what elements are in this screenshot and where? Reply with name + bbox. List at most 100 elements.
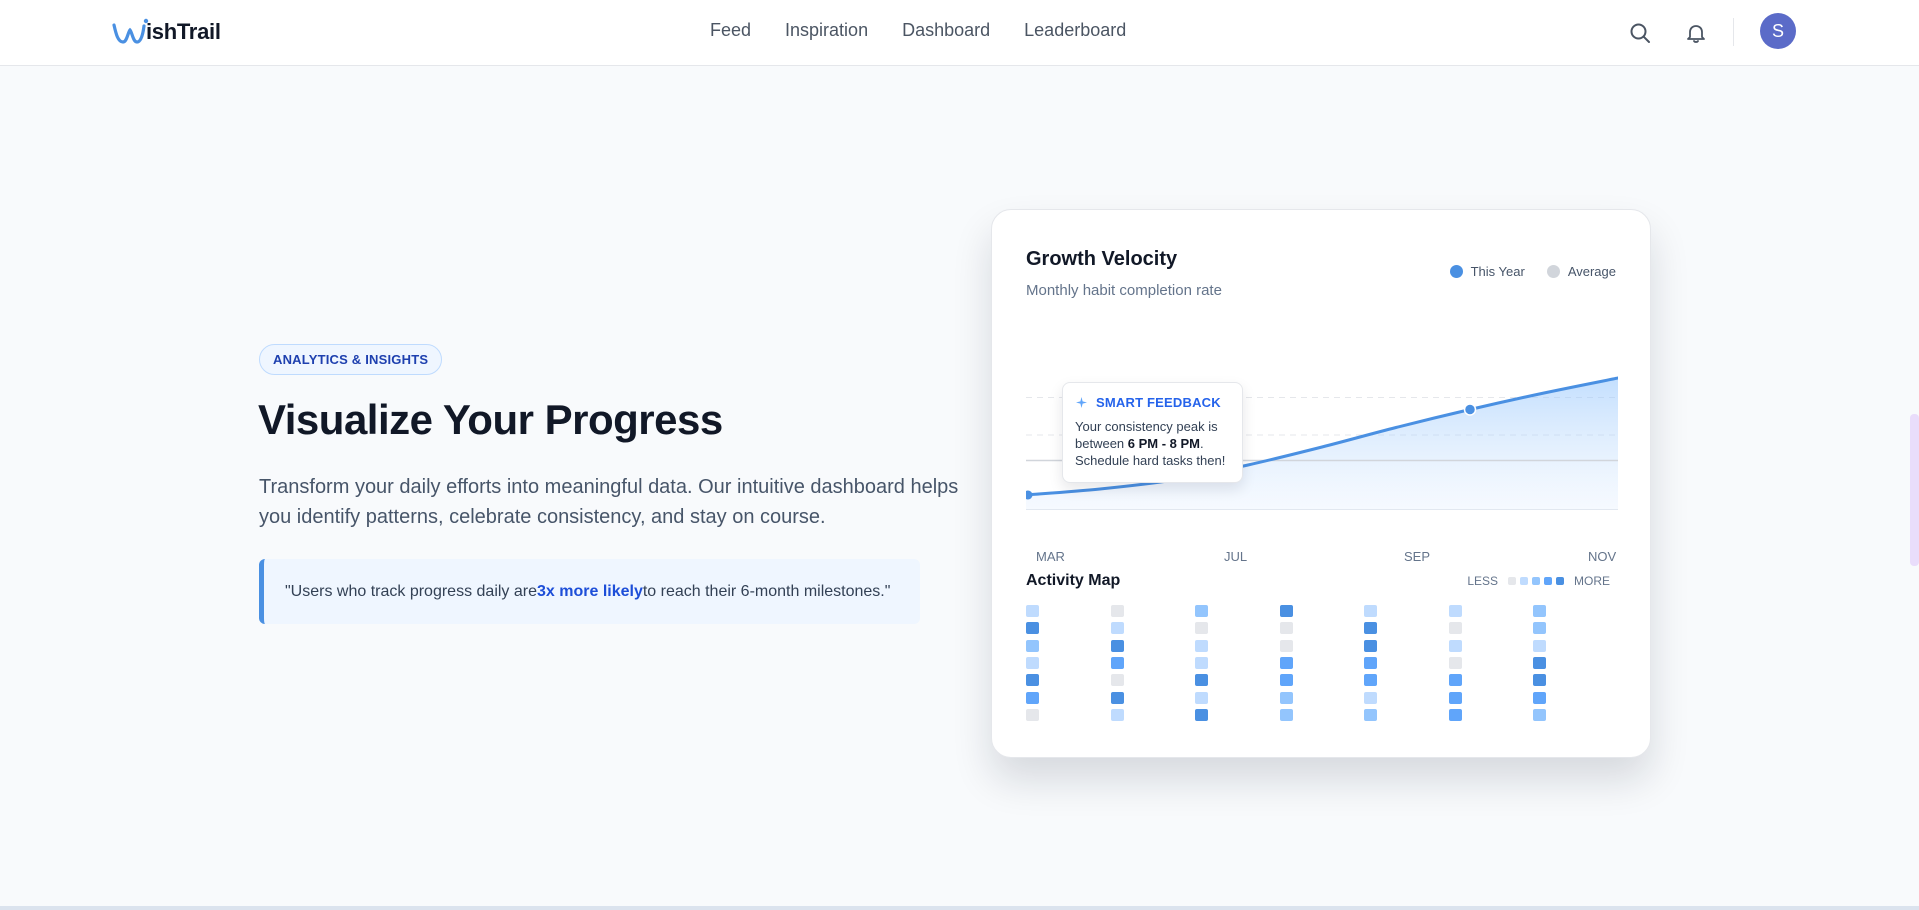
activity-cell[interactable] — [1195, 674, 1208, 687]
chart-legend: This Year Average — [1449, 264, 1616, 279]
activity-cell[interactable] — [1448, 656, 1462, 669]
activity-cell[interactable] — [1279, 605, 1293, 617]
activity-cell[interactable] — [1279, 622, 1293, 635]
card-title: Growth Velocity — [1026, 248, 1178, 270]
x-tick-sep: SEP — [1404, 549, 1431, 564]
activity-cell[interactable] — [1195, 605, 1208, 617]
activity-cell[interactable] — [1364, 708, 1377, 721]
card-subtitle: Monthly habit completion rate — [1026, 282, 1222, 299]
activity-cell[interactable] — [1533, 708, 1546, 721]
activity-cell[interactable] — [1195, 622, 1208, 635]
legend-average-label: Average — [1567, 264, 1616, 279]
activity-cell[interactable] — [1110, 605, 1124, 617]
activity-cell[interactable] — [1195, 691, 1208, 704]
activity-cell[interactable] — [1195, 639, 1208, 652]
tooltip-time-range: 6 PM - 8 PM — [1127, 436, 1201, 451]
activity-cell[interactable] — [1448, 605, 1462, 617]
activity-cell[interactable] — [1110, 691, 1124, 704]
scrollbar-thumb[interactable] — [1910, 414, 1919, 566]
sparkle-icon — [1076, 397, 1087, 408]
activity-cell[interactable] — [1026, 639, 1039, 652]
legend-this-year-label: This Year — [1470, 264, 1525, 279]
activity-cell[interactable] — [1279, 639, 1293, 652]
activity-cell[interactable] — [1533, 605, 1546, 617]
legend-this-year-swatch — [1449, 265, 1463, 278]
nav-dashboard[interactable]: Dashboard — [902, 20, 990, 41]
activity-cell[interactable] — [1364, 639, 1377, 652]
activity-cell[interactable] — [1448, 708, 1462, 721]
legend-this-year: This Year — [1449, 264, 1525, 279]
top-nav-bar: ishTrail Feed Inspiration Dashboard Lead… — [0, 0, 1919, 66]
activity-cell[interactable] — [1364, 622, 1377, 635]
activity-cell[interactable] — [1533, 622, 1546, 635]
activity-cell[interactable] — [1533, 674, 1546, 687]
logo-w-icon — [112, 18, 149, 44]
activity-cell[interactable] — [1448, 691, 1462, 704]
nav-inspiration[interactable]: Inspiration — [785, 20, 868, 41]
activity-cell[interactable] — [1448, 622, 1462, 635]
nav-feed[interactable]: Feed — [710, 20, 751, 41]
smart-feedback-tooltip: SMART FEEDBACK Your consistency peak is … — [1062, 382, 1243, 483]
activity-cell[interactable] — [1026, 656, 1039, 669]
activity-cell[interactable] — [1110, 674, 1124, 687]
activity-cell[interactable] — [1448, 639, 1462, 652]
section-divider — [0, 906, 1919, 910]
scale-less-label: LESS — [1467, 574, 1498, 588]
logo-text: ishTrail — [146, 19, 221, 44]
hero-description: Transform your daily efforts into meanin… — [259, 476, 959, 528]
stat-quote: "Users who track progress daily are 3x m… — [259, 559, 920, 624]
scale-more-label: MORE — [1574, 574, 1610, 588]
scale-swatch-2 — [1532, 577, 1540, 585]
x-tick-jul: JUL — [1224, 549, 1248, 564]
activity-cell[interactable] — [1533, 691, 1546, 704]
tooltip-line3: Schedule hard tasks then! — [1075, 453, 1226, 468]
activity-cell[interactable] — [1110, 656, 1124, 669]
quote-highlight: 3x more likely — [537, 582, 643, 600]
growth-velocity-card: Growth Velocity Monthly habit completion… — [991, 209, 1651, 758]
legend-average-swatch — [1546, 265, 1560, 278]
activity-cell[interactable] — [1364, 674, 1377, 687]
activity-cell[interactable] — [1110, 639, 1124, 652]
search-icon[interactable] — [1626, 19, 1654, 47]
x-tick-mar: MAR — [1036, 549, 1065, 564]
activity-cell[interactable] — [1195, 708, 1208, 721]
activity-cell[interactable] — [1279, 656, 1293, 669]
activity-cell[interactable] — [1533, 656, 1546, 669]
activity-cell[interactable] — [1364, 691, 1377, 704]
activity-cell[interactable] — [1110, 708, 1124, 721]
legend-average: Average — [1546, 264, 1616, 279]
activity-map-title: Activity Map — [1026, 572, 1121, 589]
activity-cell[interactable] — [1195, 656, 1208, 669]
activity-cell[interactable] — [1026, 622, 1039, 635]
nav-leaderboard[interactable]: Leaderboard — [1024, 20, 1126, 41]
activity-map-grid — [1026, 605, 1546, 725]
activity-cell[interactable] — [1279, 691, 1293, 704]
section-badge: ANALYTICS & INSIGHTS — [259, 344, 443, 375]
activity-cell[interactable] — [1364, 605, 1377, 617]
tooltip-line2-start: between — [1075, 436, 1128, 451]
tooltip-heading: SMART FEEDBACK — [1096, 395, 1221, 410]
bell-icon[interactable] — [1682, 19, 1710, 47]
activity-cell[interactable] — [1533, 639, 1546, 652]
activity-cell[interactable] — [1026, 708, 1039, 721]
data-point-highlight[interactable] — [1463, 403, 1477, 416]
logo[interactable]: ishTrail — [110, 16, 221, 48]
tooltip-body: Your consistency peak is between 6 PM - … — [1075, 418, 1230, 469]
activity-cell[interactable] — [1026, 605, 1039, 617]
activity-cell[interactable] — [1026, 691, 1039, 704]
activity-cell[interactable] — [1364, 656, 1377, 669]
scale-swatch-0 — [1508, 577, 1516, 585]
activity-cell[interactable] — [1279, 674, 1293, 687]
activity-cell[interactable] — [1448, 674, 1462, 687]
main-nav: Feed Inspiration Dashboard Leaderboard — [710, 20, 1126, 41]
header-divider — [1733, 18, 1734, 46]
activity-scale: LESS MORE — [1461, 574, 1616, 588]
x-tick-nov: NOV — [1588, 549, 1617, 564]
quote-text-start: "Users who track progress daily are — [285, 582, 537, 600]
scale-swatch-1 — [1520, 577, 1528, 585]
page-title: Visualize Your Progress — [258, 396, 723, 443]
activity-cell[interactable] — [1279, 708, 1293, 721]
activity-cell[interactable] — [1026, 674, 1039, 687]
activity-cell[interactable] — [1110, 622, 1124, 635]
avatar[interactable]: S — [1760, 13, 1796, 49]
